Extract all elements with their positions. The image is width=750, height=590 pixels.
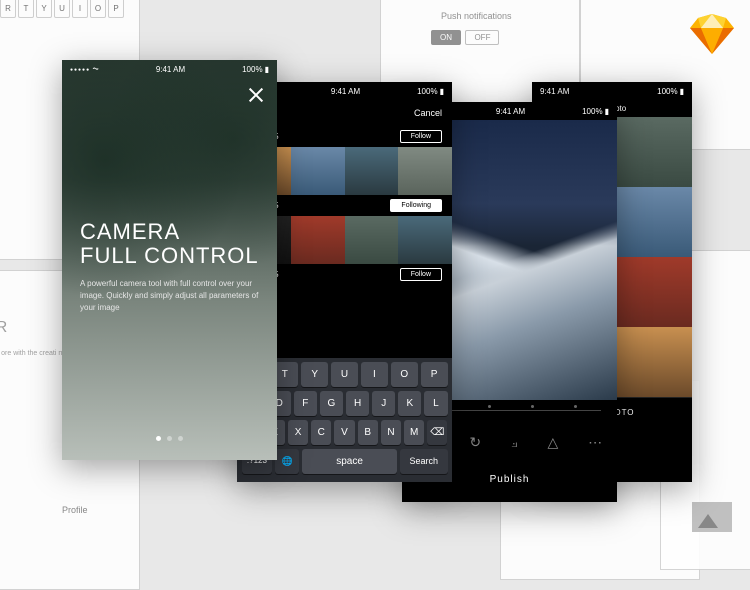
key-i[interactable]: I [361,362,388,387]
filter-tool[interactable]: △ [547,434,558,451]
grid-thumb[interactable] [612,117,692,187]
key-k[interactable]: K [398,391,421,416]
page-indicator[interactable] [62,428,277,446]
key-j[interactable]: J [372,391,395,416]
key-u[interactable]: U [331,362,358,387]
globe-key[interactable] [275,449,299,474]
grid-thumb[interactable] [612,187,692,257]
status-time: 9:41 AM [331,87,360,96]
key-g[interactable]: G [320,391,343,416]
key-m[interactable]: M [404,420,424,445]
status-bar: 9:41 AM 100% [532,82,692,100]
onboarding-body: A powerful camera tool with full control… [80,278,259,314]
following-button[interactable]: Following [390,199,442,212]
grid-thumb[interactable] [612,327,692,397]
key-h[interactable]: H [346,391,369,416]
backspace-key[interactable] [427,420,447,445]
status-battery: 100% [657,87,684,96]
key-y[interactable]: Y [301,362,328,387]
follow-button[interactable]: Follow [400,268,442,281]
signal-icon [70,64,99,74]
key-b[interactable]: B [358,420,378,445]
close-icon[interactable] [247,86,265,104]
key-l[interactable]: L [424,391,447,416]
key-n[interactable]: N [381,420,401,445]
key-x[interactable]: X [288,420,308,445]
search-key[interactable]: Search [400,449,447,474]
more-tool[interactable]: ⋯ [588,434,602,451]
phone-onboarding: 9:41 AM 100% CAMERAFULL CONTROL A powerf… [62,60,277,460]
status-time: 9:41 AM [496,107,525,116]
space-key[interactable]: space [302,449,397,474]
key-c[interactable]: C [311,420,331,445]
onboarding-title: CAMERAFULL CONTROL [80,220,259,268]
key-f[interactable]: F [294,391,317,416]
rotate-tool[interactable]: ↻ [469,434,481,451]
follow-button[interactable]: Follow [400,130,442,143]
status-bar: 9:41 AM 100% [62,60,277,78]
key-o[interactable]: O [391,362,418,387]
key-v[interactable]: V [334,420,354,445]
status-battery: 100% [242,65,269,74]
key-p[interactable]: P [421,362,448,387]
grid-thumb[interactable] [612,257,692,327]
crop-tool[interactable]: ⟓ [511,434,518,451]
status-battery: 100% [582,107,609,116]
cancel-button[interactable]: Cancel [414,108,442,118]
status-time: 9:41 AM [156,65,185,74]
status-battery: 100% [417,87,444,96]
status-time: 9:41 AM [540,87,569,96]
